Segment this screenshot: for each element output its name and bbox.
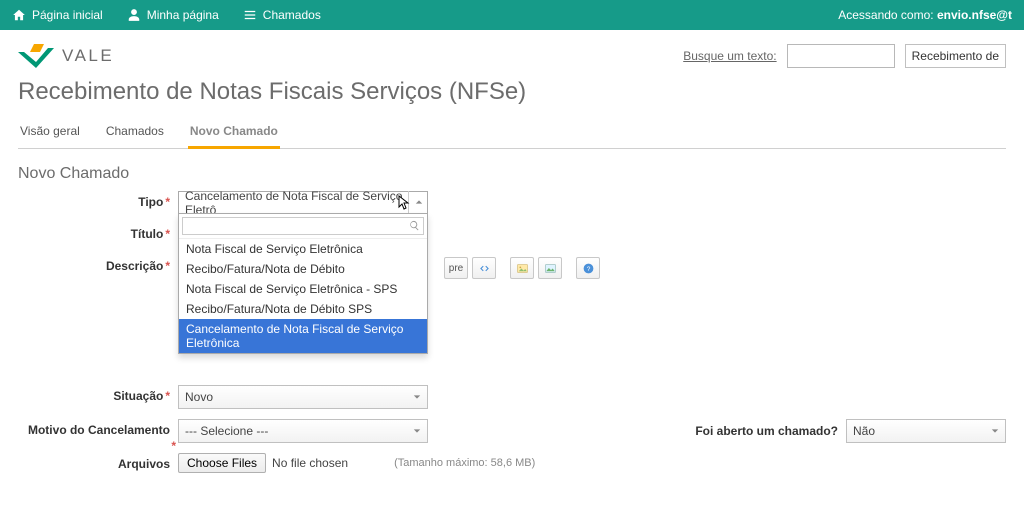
tipo-search-input[interactable] [182, 217, 424, 235]
field-foi-aberto: Não [846, 419, 1006, 443]
required-marker: * [165, 389, 170, 403]
tipo-dropdown: Nota Fiscal de Serviço Eletrônica Recibo… [178, 213, 428, 354]
help-icon: ? [582, 262, 595, 275]
accessing-as-user: envio.nfse@t [937, 8, 1012, 22]
chevron-down-icon [413, 393, 421, 401]
nav-home[interactable]: Página inicial [12, 8, 103, 22]
row-situacao: Situação* Novo [18, 385, 1006, 409]
search-scope-select[interactable]: Recebimento de [905, 44, 1006, 68]
user-icon [127, 8, 141, 22]
code-icon [478, 262, 491, 275]
top-nav-list: Página inicial Minha página Chamados [12, 8, 321, 22]
nav-tickets[interactable]: Chamados [243, 8, 321, 22]
foi-aberto-select[interactable]: Não [846, 419, 1006, 443]
accessing-as: Acessando como: envio.nfse@t [838, 8, 1012, 22]
tab-overview[interactable]: Visão geral [18, 118, 82, 148]
accessing-as-label: Acessando como: [838, 8, 933, 22]
header: VALE Busque um texto: Recebimento de Rec… [0, 30, 1024, 149]
tipo-option[interactable]: Nota Fiscal de Serviço Eletrônica [179, 239, 427, 259]
brand-name: VALE [62, 46, 114, 66]
image-icon [516, 262, 529, 275]
field-motivo: --- Selecione --- [178, 419, 428, 443]
field-arquivos: Choose Files No file chosen (Tamanho máx… [178, 453, 535, 473]
nav-mypage-label: Minha página [147, 8, 219, 22]
vale-logo-icon [18, 42, 54, 70]
chevron-down-icon [991, 427, 999, 435]
search-icon [409, 220, 420, 231]
search-scope-value: Recebimento de [912, 49, 999, 63]
row-tipo: Tipo* Cancelamento de Nota Fiscal de Ser… [18, 191, 1006, 213]
file-size-hint: (Tamanho máximo: 58,6 MB) [394, 457, 535, 469]
tipo-option[interactable]: Recibo/Fatura/Nota de Débito SPS [179, 299, 427, 319]
nav-tickets-label: Chamados [263, 8, 321, 22]
label-motivo: Motivo do Cancelamento * [18, 419, 178, 443]
label-descricao: Descrição* [18, 255, 178, 273]
field-tipo: Cancelamento de Nota Fiscal de Serviço E… [178, 191, 428, 213]
choose-files-button[interactable]: Choose Files [178, 453, 266, 473]
search-area: Busque um texto: Recebimento de [683, 44, 1006, 68]
situacao-select[interactable]: Novo [178, 385, 428, 409]
search-input[interactable] [787, 44, 895, 68]
situacao-value: Novo [185, 390, 213, 404]
label-arquivos: Arquivos [18, 453, 178, 471]
top-navbar: Página inicial Minha página Chamados Ace… [0, 0, 1024, 30]
motivo-value: --- Selecione --- [185, 424, 268, 438]
label-tipo: Tipo* [18, 191, 178, 209]
tab-new-ticket[interactable]: Novo Chamado [188, 118, 280, 149]
brand-logo[interactable]: VALE [18, 42, 114, 70]
toolbar-separator [566, 257, 572, 279]
required-marker: * [165, 227, 170, 241]
toolbar-landscape-button[interactable] [538, 257, 562, 279]
tipo-search [179, 214, 427, 239]
svg-text:?: ? [586, 266, 590, 273]
section-title: Novo Chamado [0, 149, 1024, 191]
label-foi-aberto: Foi aberto um chamado? [578, 424, 846, 438]
tipo-options-list: Nota Fiscal de Serviço Eletrônica Recibo… [179, 239, 427, 353]
row-arquivos: Arquivos Choose Files No file chosen (Ta… [18, 453, 1006, 473]
nav-mypage[interactable]: Minha página [127, 8, 219, 22]
label-titulo: Título* [18, 223, 178, 241]
toolbar-help-button[interactable]: ? [576, 257, 600, 279]
chevron-down-icon [413, 427, 421, 435]
row-titulo: Título* [18, 223, 1006, 245]
landscape-icon [544, 262, 557, 275]
motivo-select[interactable]: --- Selecione --- [178, 419, 428, 443]
foi-aberto-value: Não [853, 424, 875, 438]
tipo-option[interactable]: Nota Fiscal de Serviço Eletrônica - SPS [179, 279, 427, 299]
toolbar-separator [500, 257, 506, 279]
toolbar-pre-button[interactable]: pre [444, 257, 468, 279]
tipo-option[interactable]: Recibo/Fatura/Nota de Débito [179, 259, 427, 279]
nav-home-label: Página inicial [32, 8, 103, 22]
list-icon [243, 8, 257, 22]
home-icon [12, 8, 26, 22]
tipo-option[interactable]: Cancelamento de Nota Fiscal de Serviço E… [179, 319, 427, 353]
cursor-icon [398, 195, 412, 214]
required-marker: * [165, 259, 170, 273]
required-marker: * [171, 439, 176, 453]
row-motivo-foiaberto: Motivo do Cancelamento * --- Selecione -… [18, 419, 1006, 443]
new-ticket-form: Tipo* Cancelamento de Nota Fiscal de Ser… [0, 191, 1024, 495]
tipo-select-choice[interactable]: Cancelamento de Nota Fiscal de Serviço E… [178, 191, 428, 213]
tipo-select[interactable]: Cancelamento de Nota Fiscal de Serviço E… [178, 191, 428, 213]
tabs: Visão geral Chamados Novo Chamado [18, 118, 1006, 149]
page-title: Recebimento de Notas Fiscais Serviços (N… [18, 78, 1006, 106]
file-chosen-status: No file chosen [272, 456, 348, 470]
editor-toolbar: pre ? [444, 257, 600, 279]
required-marker: * [165, 195, 170, 209]
field-situacao: Novo [178, 385, 428, 409]
toolbar-code-button[interactable] [472, 257, 496, 279]
row-descricao: Descrição* pre ? [18, 255, 1006, 375]
label-situacao: Situação* [18, 385, 178, 403]
search-label[interactable]: Busque um texto: [683, 49, 776, 63]
header-row: VALE Busque um texto: Recebimento de [18, 42, 1006, 70]
toolbar-image-button[interactable] [510, 257, 534, 279]
tab-tickets[interactable]: Chamados [104, 118, 166, 148]
